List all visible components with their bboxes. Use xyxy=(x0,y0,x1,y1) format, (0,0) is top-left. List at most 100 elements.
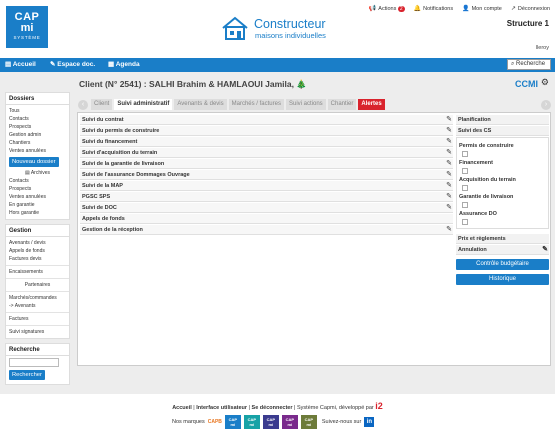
tabs-next-arrow[interactable]: › xyxy=(541,100,551,110)
archive-item-hors-garantie[interactable]: Hors garantie xyxy=(6,209,69,217)
tab-alertes[interactable]: Alertes xyxy=(358,99,385,110)
tab-chantier[interactable]: Chantier xyxy=(327,99,357,110)
cs-label-acquisition: Acquisition du terrain xyxy=(459,177,516,183)
edit-icon[interactable]: ✎ xyxy=(446,182,452,189)
gestion-box: Gestion Avenants / devis Appels de fonds… xyxy=(5,224,70,339)
archive-item-contacts[interactable]: Contacts xyxy=(6,177,69,185)
list-item[interactable]: Suivi du permis de construire ✎ xyxy=(80,126,453,136)
tab-marches-factures[interactable]: Marchés / factures xyxy=(228,99,284,110)
footer-logout-link[interactable]: Se déconnecter xyxy=(252,405,293,411)
brand-logo-cap-teal[interactable]: CAP mi xyxy=(243,415,260,429)
gestion-item-encaissements[interactable]: Encaissements xyxy=(6,268,69,276)
megaphone-icon: 📢 xyxy=(368,6,377,12)
cs-checkbox-garantie[interactable] xyxy=(462,202,468,208)
tab-suivi-administratif[interactable]: Suivi administratif xyxy=(114,99,173,110)
sidebar-item-contacts[interactable]: Contacts xyxy=(6,115,69,123)
list-item[interactable]: Suivi de la MAP ✎ xyxy=(80,181,453,191)
capmi-logo[interactable]: CAP mi SYSTÈME xyxy=(6,6,48,48)
archive-item-ventes-annulees[interactable]: Ventes annulées xyxy=(6,193,69,201)
annulation-row[interactable]: Annulation ✎ xyxy=(456,245,549,255)
gestion-item-appels[interactable]: Appels de fonds xyxy=(6,247,69,255)
brand-logo-capmi[interactable]: CAP mi xyxy=(224,415,241,429)
edit-icon[interactable]: ✎ xyxy=(542,245,548,255)
sidebar-item-gestion-admin[interactable]: Gestion admin xyxy=(6,131,69,139)
account-link[interactable]: 👤 Mon compte xyxy=(462,5,502,12)
tab-suivi-actions[interactable]: Suivi actions xyxy=(285,99,326,110)
edit-icon[interactable]: ✎ xyxy=(446,171,452,178)
notifications-link[interactable]: 🔔 Notifications xyxy=(414,5,453,12)
gestion-item-factures[interactable]: Factures xyxy=(6,315,69,323)
gear-icon[interactable]: ⚙ xyxy=(541,77,549,88)
suivi-list: Suivi du contrat ✎ Suivi du permis de con… xyxy=(80,115,453,236)
edit-icon[interactable]: ✎ xyxy=(446,138,452,145)
sidebar-item-ventes-annulees[interactable]: Ventes annulées xyxy=(6,147,69,155)
actions-link[interactable]: 📢 Actions 2 xyxy=(369,5,405,12)
brand-logo-cap-purple[interactable]: CAP mi xyxy=(281,415,298,429)
cs-label-financement: Financement xyxy=(459,160,493,166)
tabs-prev-arrow[interactable]: ‹ xyxy=(78,100,88,110)
gestion-item-avenants[interactable]: Avenants / devis xyxy=(6,239,69,247)
sidebar-item-chantiers[interactable]: Chantiers xyxy=(6,139,69,147)
footer-ui-link[interactable]: Interface utilisateur xyxy=(196,405,247,411)
archives-toggle[interactable]: ▤ Archives xyxy=(6,169,69,177)
page-title: Client (N° 2541) : SALHI Brahim & HAMLAO… xyxy=(79,79,307,89)
list-item[interactable]: Suivi de l'assurance Dommages Ouvrage ✎ xyxy=(80,170,453,180)
list-item[interactable]: Suivi de la garantie de livraison ✎ xyxy=(80,159,453,169)
main-navbar: ▤ Accueil ✎ Espace doc. ▦ Agenda ⌕ Reche… xyxy=(0,58,555,72)
planification-header[interactable]: Planification xyxy=(456,115,549,125)
list-item[interactable]: Suivi de DOC ✎ xyxy=(80,203,453,213)
linkedin-icon[interactable]: in xyxy=(364,417,375,427)
logout-link[interactable]: ↗ Déconnexion xyxy=(511,5,550,12)
search-button[interactable]: ⌕ Recherche xyxy=(507,59,551,70)
brand-logo-cap-olive[interactable]: CAP mi xyxy=(300,415,317,429)
calendar-icon: ▦ xyxy=(108,61,115,68)
cs-checkbox-permis[interactable] xyxy=(462,151,468,157)
archive-item-en-garantie[interactable]: En garantie xyxy=(6,201,69,209)
list-item[interactable]: Gestion de la réception ✎ xyxy=(80,225,453,235)
cs-checkbox-acquisition[interactable] xyxy=(462,185,468,191)
sidebar-item-prospects[interactable]: Prospects xyxy=(6,123,69,131)
brand-title: Constructeur xyxy=(254,17,326,31)
new-folder-button[interactable]: Nouveau dossier xyxy=(9,157,59,167)
edit-icon[interactable]: ✎ xyxy=(446,226,452,233)
historique-button[interactable]: Historique xyxy=(456,274,549,285)
nav-docs[interactable]: ✎ Espace doc. xyxy=(50,60,95,68)
edit-icon[interactable]: ✎ xyxy=(446,149,452,156)
brand-logo-capb[interactable]: CAPB xyxy=(208,419,222,425)
nav-home[interactable]: ▤ Accueil xyxy=(5,60,36,68)
list-item[interactable]: Appels de fonds xyxy=(80,214,453,224)
tab-avenants-devis[interactable]: Avenants & devis xyxy=(174,99,227,110)
edit-icon[interactable]: ✎ xyxy=(446,116,452,123)
footer-home-link[interactable]: Accueil xyxy=(172,405,192,411)
gestion-item-signatures[interactable]: Suivi signatures xyxy=(6,328,69,336)
i2-logo[interactable]: i2 xyxy=(375,401,383,411)
edit-icon[interactable]: ✎ xyxy=(446,204,452,211)
brands-row: Nos marques CAPB CAP mi CAP mi CAP mi CAP mi… xyxy=(172,415,375,429)
search-submit-button[interactable]: Rechercher xyxy=(9,370,45,380)
sidebar-item-tous[interactable]: Tous xyxy=(6,107,69,115)
gestion-item-factures-devis[interactable]: Factures devis xyxy=(6,255,69,263)
search-input[interactable] xyxy=(9,358,59,367)
gestion-item-partenaires[interactable]: Partenaires xyxy=(6,281,69,289)
divider xyxy=(6,291,69,292)
list-item[interactable]: PGSC SPS ✎ xyxy=(80,192,453,202)
archive-item-prospects[interactable]: Prospects xyxy=(6,185,69,193)
tree-icon: 🎄 xyxy=(296,79,307,89)
cs-checkbox-assurance[interactable] xyxy=(462,219,468,225)
controle-budgetaire-button[interactable]: Contrôle budgétaire xyxy=(456,259,549,270)
tab-client[interactable]: Client xyxy=(91,99,113,110)
edit-icon[interactable]: ✎ xyxy=(446,127,452,134)
brand-logo-cap-navy[interactable]: CAP mi xyxy=(262,415,279,429)
prix-reglements-header[interactable]: Prix et règlements xyxy=(456,234,549,244)
nav-agenda[interactable]: ▦ Agenda xyxy=(108,60,140,68)
dossiers-title: Dossiers xyxy=(6,95,69,105)
gestion-item-avenants-sub[interactable]: -> Avenants xyxy=(6,302,69,310)
edit-icon[interactable]: ✎ xyxy=(446,160,452,167)
divider xyxy=(6,278,69,279)
cs-checkbox-financement[interactable] xyxy=(462,168,468,174)
list-item[interactable]: Suivi d'acquisition du terrain ✎ xyxy=(80,148,453,158)
gestion-item-marches[interactable]: Marchés/commandes xyxy=(6,294,69,302)
list-item[interactable]: Suivi du contrat ✎ xyxy=(80,115,453,125)
list-item[interactable]: Suivi du financement ✎ xyxy=(80,137,453,147)
edit-icon[interactable]: ✎ xyxy=(446,193,452,200)
